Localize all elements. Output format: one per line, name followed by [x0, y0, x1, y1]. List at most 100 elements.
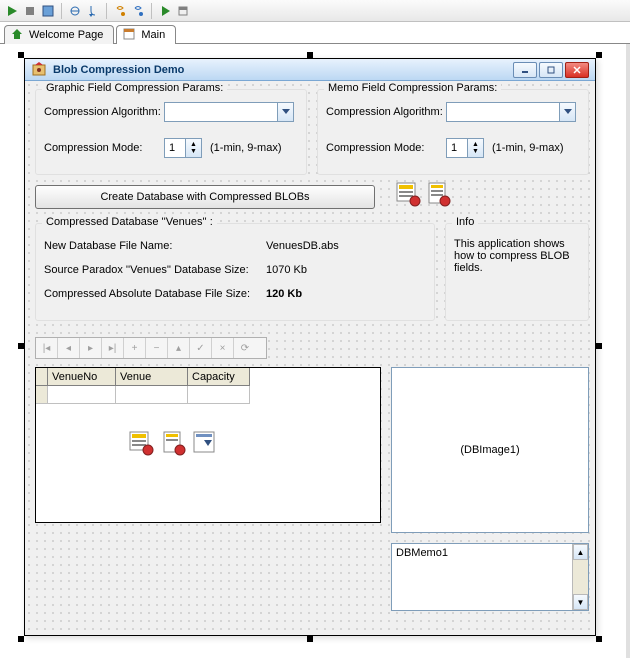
nav-cancel-icon[interactable]: × — [212, 338, 234, 358]
group-memo-params: Memo Field Compression Params: Compressi… — [317, 89, 589, 175]
close-button[interactable] — [565, 62, 589, 78]
toolbar-icon[interactable] — [157, 3, 173, 19]
dbmemo-placeholder: DBMemo1 — [396, 547, 448, 559]
titlebar[interactable]: Blob Compression Demo — [25, 59, 595, 81]
nav-post-icon[interactable]: ✓ — [190, 338, 212, 358]
grid-cell[interactable] — [48, 386, 116, 404]
query-component-icon[interactable] — [160, 430, 186, 456]
label-algorithm: Compression Algorithm: — [326, 106, 443, 118]
group-graphic-params: Graphic Field Compression Params: Compre… — [35, 89, 307, 175]
grid-col-header[interactable]: VenueNo — [48, 368, 116, 386]
label-new-file: New Database File Name: — [44, 240, 172, 252]
datasource-component-icon[interactable] — [192, 430, 218, 456]
selection-handle[interactable] — [596, 343, 602, 349]
tab-main[interactable]: Main — [116, 25, 176, 44]
group-caption: Memo Field Compression Params: — [324, 82, 501, 94]
selection-handle[interactable] — [307, 636, 313, 642]
nav-delete-icon[interactable]: − — [146, 338, 168, 358]
selection-handle[interactable] — [18, 636, 24, 642]
label-source-size: Source Paradox ''Venues'' Database Size: — [44, 264, 249, 276]
grid-indicator-cell — [36, 386, 48, 404]
grid-indicator-header — [36, 368, 48, 386]
spin-value: 1 — [447, 142, 467, 154]
combo-memo-algorithm[interactable] — [446, 102, 576, 122]
minimize-button[interactable] — [513, 62, 537, 78]
grid-data-row[interactable] — [36, 386, 380, 404]
nav-insert-icon[interactable]: + — [124, 338, 146, 358]
toolbar-icon[interactable] — [112, 3, 128, 19]
maximize-button[interactable] — [539, 62, 563, 78]
toolbar-icon[interactable] — [4, 3, 20, 19]
label-mode-hint: (1-min, 9-max) — [492, 142, 564, 154]
nav-edit-icon[interactable]: ▴ — [168, 338, 190, 358]
toolbar-icon[interactable] — [40, 3, 56, 19]
value-compressed-size: 120 Kb — [266, 288, 302, 300]
grid-cell[interactable] — [188, 386, 250, 404]
button-label: Create Database with Compressed BLOBs — [100, 191, 309, 203]
form-window: Blob Compression Demo Graphic Field Comp… — [24, 58, 596, 636]
nav-first-icon[interactable]: |◂ — [36, 338, 58, 358]
form-icon — [123, 28, 137, 42]
db-grid[interactable]: VenueNo Venue Capacity — [35, 367, 381, 523]
nav-prior-icon[interactable]: ◂ — [58, 338, 80, 358]
spin-value: 1 — [165, 142, 185, 154]
database-component-icon[interactable] — [425, 181, 451, 207]
window-title: Blob Compression Demo — [53, 64, 511, 76]
db-image[interactable]: (DBImage1) — [391, 367, 589, 533]
selection-handle[interactable] — [596, 52, 602, 58]
group-caption: Graphic Field Compression Params: — [42, 82, 227, 94]
toolbar-icon[interactable] — [67, 3, 83, 19]
form-client-area: Graphic Field Compression Params: Compre… — [25, 81, 595, 635]
value-new-file: VenuesDB.abs — [266, 240, 339, 252]
value-source-size: 1070 Kb — [266, 264, 307, 276]
nav-next-icon[interactable]: ▸ — [80, 338, 102, 358]
toolbar-icon[interactable] — [175, 3, 191, 19]
vertical-scrollbar[interactable]: ▲ ▼ — [572, 544, 588, 610]
grid-col-header[interactable]: Capacity — [188, 368, 250, 386]
chevron-down-icon — [277, 103, 293, 121]
info-text: This application shows how to compress B… — [454, 238, 582, 274]
group-caption: Info — [452, 216, 478, 228]
chevron-down-icon — [559, 103, 575, 121]
label-mode-hint: (1-min, 9-max) — [210, 142, 282, 154]
tab-label: Main — [141, 29, 165, 41]
toolbar-separator — [106, 3, 107, 19]
nav-last-icon[interactable]: ▸| — [102, 338, 124, 358]
document-tabs: Welcome Page Main — [0, 22, 630, 44]
tab-label: Welcome Page — [29, 29, 103, 41]
spin-arrows-icon: ▲▼ — [185, 139, 201, 157]
toolbar-icon[interactable] — [22, 3, 38, 19]
group-compressed-database: Compressed Database ''Venues'' : New Dat… — [35, 223, 435, 321]
toolbar-separator — [151, 3, 152, 19]
create-database-button[interactable]: Create Database with Compressed BLOBs — [35, 185, 375, 209]
toolbar-icon[interactable] — [85, 3, 101, 19]
home-icon — [11, 28, 25, 42]
db-memo[interactable]: DBMemo1 ▲ ▼ — [391, 543, 589, 611]
label-algorithm: Compression Algorithm: — [44, 106, 161, 118]
combo-graphic-algorithm[interactable] — [164, 102, 294, 122]
spin-graphic-mode[interactable]: 1 ▲▼ — [164, 138, 202, 158]
grid-cell[interactable] — [116, 386, 188, 404]
ide-toolbar — [0, 0, 630, 22]
toolbar-icon[interactable] — [130, 3, 146, 19]
group-info: Info This application shows how to compr… — [445, 223, 589, 321]
nav-refresh-icon[interactable]: ⟳ — [234, 338, 256, 358]
table-component-icon[interactable] — [128, 430, 154, 456]
spin-memo-mode[interactable]: 1 ▲▼ — [446, 138, 484, 158]
dataset-component-icon[interactable] — [395, 181, 421, 207]
scroll-down-icon[interactable]: ▼ — [573, 594, 588, 610]
label-mode: Compression Mode: — [44, 142, 142, 154]
scroll-up-icon[interactable]: ▲ — [573, 544, 588, 560]
group-caption: Compressed Database ''Venues'' : — [42, 216, 217, 228]
toolbar-separator — [61, 3, 62, 19]
dbimage-placeholder: (DBImage1) — [460, 444, 519, 456]
db-navigator[interactable]: |◂ ◂ ▸ ▸| + − ▴ ✓ × ⟳ — [35, 337, 267, 359]
spin-arrows-icon: ▲▼ — [467, 139, 483, 157]
grid-header-row: VenueNo Venue Capacity — [36, 368, 380, 386]
label-mode: Compression Mode: — [326, 142, 424, 154]
grid-col-header[interactable]: Venue — [116, 368, 188, 386]
tab-welcome-page[interactable]: Welcome Page — [4, 25, 114, 44]
selection-handle[interactable] — [596, 636, 602, 642]
design-surface: Blob Compression Demo Graphic Field Comp… — [0, 44, 630, 658]
label-compressed-size: Compressed Absolute Database File Size: — [44, 288, 250, 300]
